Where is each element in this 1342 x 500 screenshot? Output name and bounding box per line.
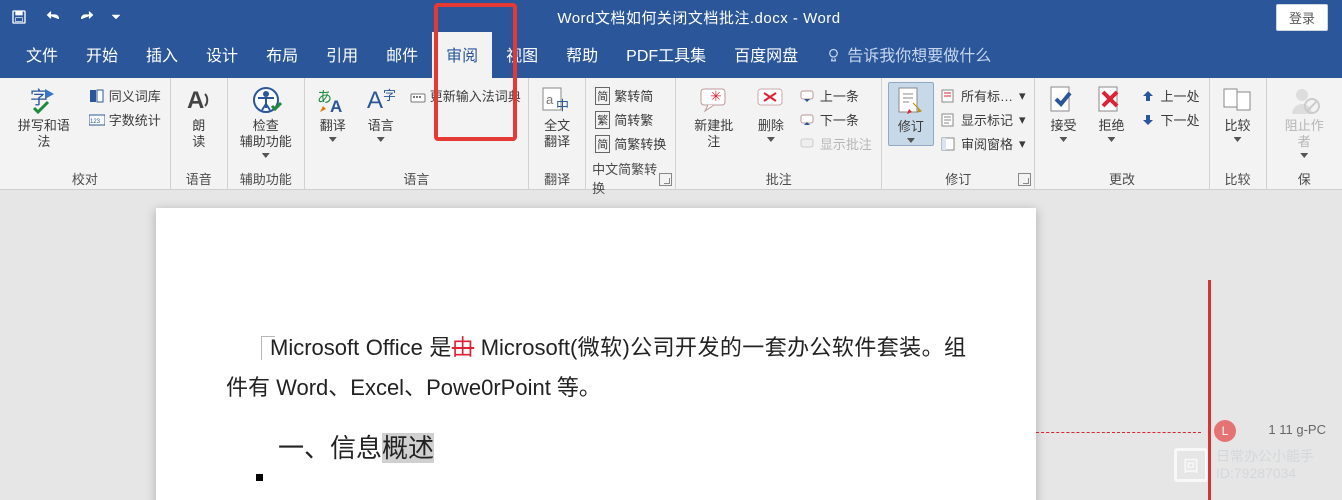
svg-text:A: A — [187, 87, 204, 114]
undo-button[interactable] — [42, 6, 64, 28]
document-page[interactable]: Microsoft Office 是由 Microsoft(微软)公司开发的一套… — [156, 208, 1036, 500]
track-changes-button[interactable]: 修订 — [888, 82, 934, 146]
watermark-logo-icon: 回 — [1174, 448, 1208, 482]
group-comments: ✳ 新建批注 删除 上一条 下一条 显示批注 批注 — [676, 78, 881, 189]
svg-text:字: 字 — [383, 88, 396, 103]
group-tracking: 修订 所有标…▾ 显示标记▾ 审阅窗格▾ 修订 — [882, 78, 1036, 189]
tracked-deletion[interactable]: 由 — [452, 335, 474, 360]
selection-highlight[interactable]: 概述 — [382, 433, 434, 463]
reviewing-pane-dropdown[interactable]: 审阅窗格▾ — [938, 132, 1029, 155]
svg-text:A: A — [367, 87, 383, 114]
login-button[interactable]: 登录 — [1276, 4, 1328, 31]
delete-comment-button[interactable]: 删除 — [749, 82, 793, 144]
show-comments-button[interactable]: 显示批注 — [797, 132, 875, 155]
heading-1[interactable]: 一、信息概述 — [226, 428, 966, 469]
tracking-launcher[interactable] — [1018, 173, 1031, 186]
simp-trad-convert-button[interactable]: 简简繁转换 — [592, 132, 669, 155]
block-authors-button[interactable]: 阻止作者 — [1273, 82, 1337, 160]
group-chinese-conversion: 简繁转简 繁简转繁 简简繁转换 中文简繁转换 — [586, 78, 676, 189]
redo-button[interactable] — [76, 6, 98, 28]
paragraph-1[interactable]: Microsoft Office 是由 Microsoft(微软)公司开发的一套… — [226, 328, 966, 408]
thesaurus-button[interactable]: 同义词库 — [86, 84, 164, 107]
group-changes: 接受 拒绝 上一处 下一处 更改 — [1035, 78, 1209, 189]
accept-button[interactable]: 接受 — [1041, 82, 1085, 144]
tab-layout[interactable]: 布局 — [252, 32, 312, 78]
tell-me-box[interactable]: 告诉我你想要做什么 — [812, 32, 1005, 78]
new-comment-button[interactable]: ✳ 新建批注 — [682, 82, 744, 152]
update-ime-button[interactable]: 更新输入法词典 — [407, 84, 524, 107]
translate-button[interactable]: あA 翻译 — [311, 82, 355, 144]
prev-change-button[interactable]: 上一处 — [1137, 84, 1202, 107]
tell-me-label: 告诉我你想要做什么 — [847, 42, 991, 66]
group-protect: 阻止作者 保 — [1267, 78, 1342, 189]
tab-references[interactable]: 引用 — [312, 32, 372, 78]
comment-avatar[interactable]: L — [1214, 420, 1236, 442]
ribbon-tabs: 文件 开始 插入 设计 布局 引用 邮件 审阅 视图 帮助 PDF工具集 百度网… — [0, 34, 1342, 78]
svg-text:中: 中 — [556, 98, 569, 113]
tab-baidu-netdisk[interactable]: 百度网盘 — [720, 32, 812, 78]
svg-text:a: a — [546, 92, 554, 107]
svg-text:A: A — [330, 97, 342, 116]
read-aloud-button[interactable]: A 朗 读 — [177, 82, 221, 152]
document-workspace[interactable]: Microsoft Office 是由 Microsoft(微软)公司开发的一套… — [0, 190, 1342, 500]
window-title: Word文档如何关闭文档批注.docx - Word — [122, 7, 1276, 28]
tab-pdf-tools[interactable]: PDF工具集 — [612, 32, 720, 78]
watermark: 回 日常办公小能手 ID:79287034 — [1174, 448, 1314, 482]
group-proofing: 字 拼写和语法 同义词库 123 字数统计 校对 — [0, 78, 171, 189]
trad-to-simp-button[interactable]: 简繁转简 — [592, 84, 669, 107]
app-name: Word — [803, 10, 841, 27]
show-markup-dropdown[interactable]: 显示标记▾ — [938, 108, 1029, 131]
tab-mailings[interactable]: 邮件 — [372, 32, 432, 78]
tab-file[interactable]: 文件 — [12, 32, 72, 78]
group-language: あA 翻译 A字 语言 更新输入法词典 语言 — [305, 78, 529, 189]
full-translate-button[interactable]: a中 全文 翻译 — [535, 82, 579, 152]
simp-to-trad-button[interactable]: 繁简转繁 — [592, 108, 669, 131]
group-full-translate: a中 全文 翻译 翻译 — [529, 78, 586, 189]
bullet-icon — [256, 474, 263, 481]
ribbon: 字 拼写和语法 同义词库 123 字数统计 校对 A 朗 读 — [0, 78, 1342, 190]
group-speech: A 朗 读 语音 — [171, 78, 228, 189]
svg-text:123: 123 — [90, 119, 101, 125]
compare-button[interactable]: 比较 — [1216, 82, 1260, 144]
doc-name: Word文档如何关闭文档批注.docx — [557, 10, 788, 27]
group-accessibility: 检查 辅助功能 辅助功能 — [228, 78, 305, 189]
prev-comment-button[interactable]: 上一条 — [797, 84, 875, 107]
language-button[interactable]: A字 语言 — [359, 82, 403, 144]
tab-review[interactable]: 审阅 — [432, 32, 492, 78]
spelling-grammar-button[interactable]: 字 拼写和语法 — [6, 82, 82, 152]
group-compare: 比较 比较 — [1210, 78, 1267, 189]
tab-design[interactable]: 设计 — [192, 32, 252, 78]
comment-connector — [1036, 432, 1201, 433]
tab-home[interactable]: 开始 — [72, 32, 132, 78]
tab-view[interactable]: 视图 — [492, 32, 552, 78]
check-accessibility-button[interactable]: 检查 辅助功能 — [234, 82, 298, 160]
svg-text:✳: ✳ — [710, 88, 722, 104]
reject-button[interactable]: 拒绝 — [1089, 82, 1133, 144]
display-for-review-dropdown[interactable]: 所有标…▾ — [938, 84, 1029, 107]
next-comment-button[interactable]: 下一条 — [797, 108, 875, 131]
comment-author-label: 1 11 g-PC — [1268, 422, 1326, 437]
tab-help[interactable]: 帮助 — [552, 32, 612, 78]
tab-insert[interactable]: 插入 — [132, 32, 192, 78]
chinese-conversion-launcher[interactable] — [659, 173, 672, 186]
save-button[interactable] — [8, 6, 30, 28]
qat-customize[interactable] — [110, 6, 122, 28]
next-change-button[interactable]: 下一处 — [1137, 108, 1202, 131]
crop-mark-icon — [261, 336, 275, 360]
word-count-button[interactable]: 123 字数统计 — [86, 108, 164, 131]
